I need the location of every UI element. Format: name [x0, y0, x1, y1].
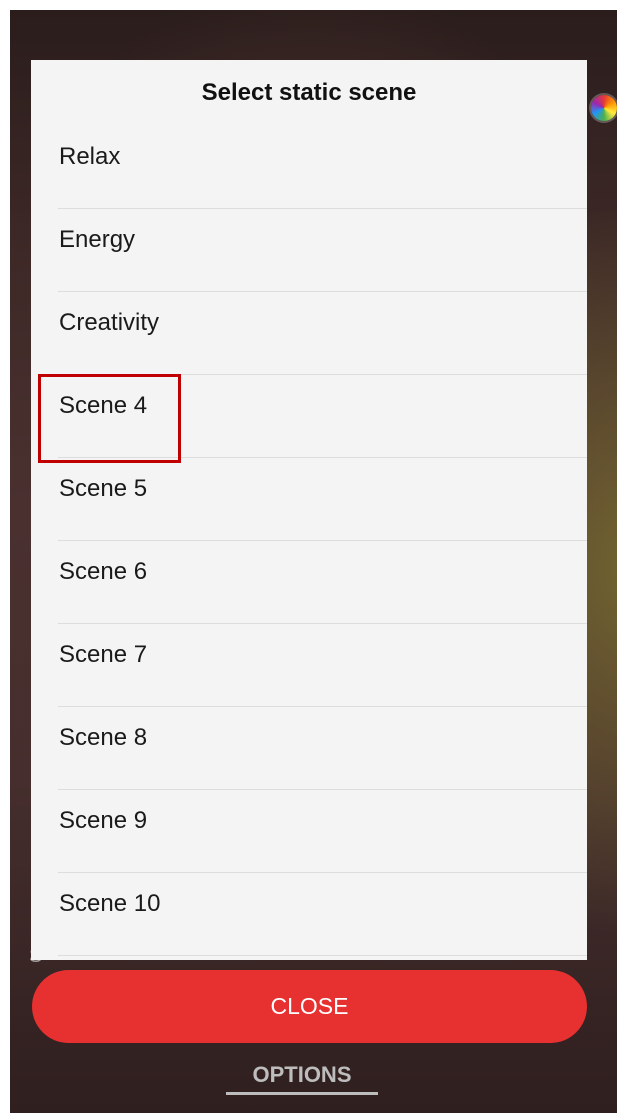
scene-item-scene-9[interactable]: Scene 9: [58, 790, 587, 873]
scene-item-scene-5[interactable]: Scene 5: [58, 458, 587, 541]
scene-item-scene-10[interactable]: Scene 10: [58, 873, 587, 956]
scene-item-label: Scene 5: [59, 475, 148, 502]
scene-item-label: Creativity: [59, 309, 160, 336]
scene-item-creativity[interactable]: Creativity: [58, 292, 587, 375]
scene-item-label: Scene 7: [59, 641, 148, 668]
scene-item-relax[interactable]: Relax: [58, 126, 587, 209]
select-scene-dialog: Select static scene Relax Energy Creativ…: [31, 60, 587, 960]
scene-item-label: Scene 6: [59, 558, 148, 585]
scene-item-scene-7[interactable]: Scene 7: [58, 624, 587, 707]
scene-item-scene-6[interactable]: Scene 6: [58, 541, 587, 624]
scene-item-label: Scene 4: [59, 392, 148, 419]
scene-item-scene-8[interactable]: Scene 8: [58, 707, 587, 790]
dialog-title: Select static scene: [201, 79, 417, 106]
scene-item-scene-4[interactable]: Scene 4: [38, 374, 587, 463]
scene-item-label: Scene 10: [59, 890, 161, 917]
color-wheel-icon[interactable]: [591, 95, 617, 121]
scene-item-label: Relax: [59, 143, 121, 170]
scene-item-energy[interactable]: Energy: [58, 209, 587, 292]
close-button[interactable]: CLOSE: [32, 970, 587, 1043]
scene-item-label: Scene 8: [59, 724, 148, 751]
scene-item-label: Energy: [59, 226, 136, 253]
options-link[interactable]: OPTIONS: [226, 1062, 378, 1095]
scene-list: Relax Energy Creativity Scene 4 Scene 5 …: [31, 126, 587, 956]
scene-item-label: Scene 9: [59, 807, 148, 834]
